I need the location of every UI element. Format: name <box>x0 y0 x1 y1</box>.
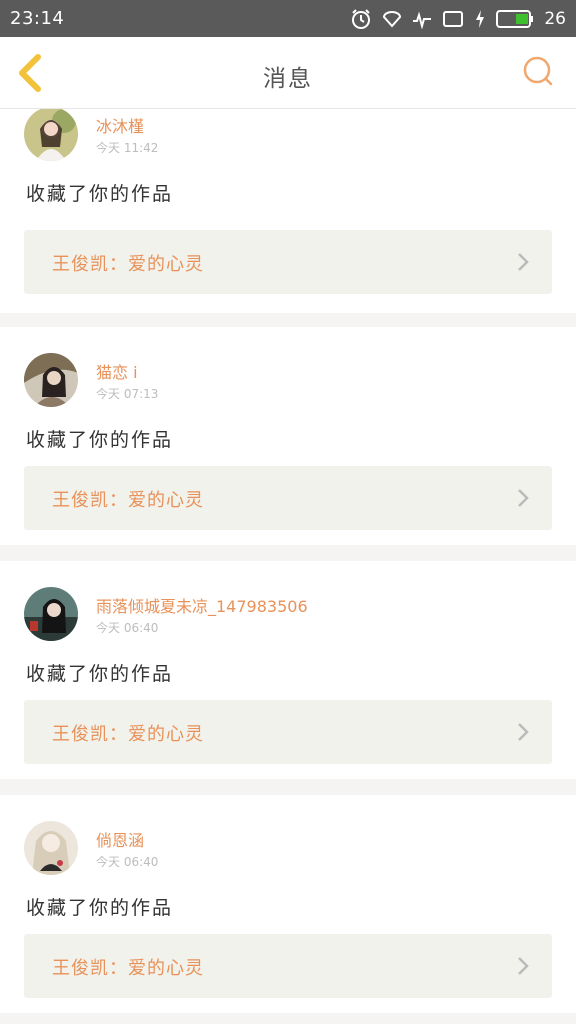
battery-icon <box>496 9 534 28</box>
list-item: 倘恩涵 今天 06:40 收藏了你的作品 王俊凯：爱的心灵 <box>0 795 576 1013</box>
user-name[interactable]: 雨落倾城夏未凉_147983506 <box>96 593 308 617</box>
avatar[interactable] <box>24 821 78 875</box>
status-bar: 23:14 26 <box>0 0 576 37</box>
message-time: 今天 11:42 <box>96 141 159 155</box>
user-name[interactable]: 猫恋 i <box>96 359 138 383</box>
message-time: 今天 06:40 <box>96 855 159 869</box>
wifi-icon <box>383 10 402 28</box>
avatar[interactable] <box>24 353 78 407</box>
avatar[interactable] <box>24 109 78 161</box>
status-icons: 26 <box>350 8 566 30</box>
chevron-right-icon <box>518 489 529 507</box>
battery-level: 26 <box>544 8 566 29</box>
alarm-icon <box>352 8 371 29</box>
avatar[interactable] <box>24 587 78 641</box>
message-list: 冰沐槿 今天 11:42 收藏了你的作品 王俊凯：爱的心灵 猫恋 i 今天 07… <box>0 109 576 1024</box>
message-time: 今天 06:40 <box>96 621 159 635</box>
message-time: 今天 07:13 <box>96 387 159 401</box>
list-item: 雨落倾城夏未凉_147983506 今天 06:40 收藏了你的作品 王俊凯：爱… <box>0 561 576 779</box>
user-photo <box>24 353 78 407</box>
page-title: 消息 <box>263 66 313 92</box>
list-item: 猫恋 i 今天 07:13 收藏了你的作品 王俊凯：爱的心灵 <box>0 327 576 545</box>
user-photo <box>24 587 78 641</box>
chevron-right-icon <box>518 253 529 271</box>
charging-icon <box>476 9 485 28</box>
user-photo <box>24 821 78 875</box>
sim-icon <box>443 10 464 27</box>
action-text: 收藏了你的作品 <box>26 183 174 205</box>
work-title: 王俊凯：爱的心灵 <box>52 490 204 511</box>
chevron-right-icon <box>518 957 529 975</box>
work-title: 王俊凯：爱的心灵 <box>52 254 204 275</box>
list-item: 冰沐槿 今天 11:42 收藏了你的作品 王俊凯：爱的心灵 <box>0 109 576 313</box>
work-link[interactable]: 王俊凯：爱的心灵 <box>24 700 552 764</box>
action-text: 收藏了你的作品 <box>26 663 174 685</box>
work-title: 王俊凯：爱的心灵 <box>52 724 204 745</box>
action-text: 收藏了你的作品 <box>26 897 174 919</box>
chevron-right-icon <box>518 723 529 741</box>
action-text: 收藏了你的作品 <box>26 429 174 451</box>
search-icon[interactable] <box>522 55 554 87</box>
status-time: 23:14 <box>10 8 65 29</box>
user-name[interactable]: 冰沐槿 <box>96 113 144 137</box>
work-link[interactable]: 王俊凯：爱的心灵 <box>24 230 552 294</box>
work-title: 王俊凯：爱的心灵 <box>52 958 204 979</box>
work-link[interactable]: 王俊凯：爱的心灵 <box>24 466 552 530</box>
signal-icon <box>413 11 432 29</box>
header: 消息 <box>0 37 576 109</box>
work-link[interactable]: 王俊凯：爱的心灵 <box>24 934 552 998</box>
user-name[interactable]: 倘恩涵 <box>96 827 144 851</box>
user-photo <box>24 109 78 161</box>
